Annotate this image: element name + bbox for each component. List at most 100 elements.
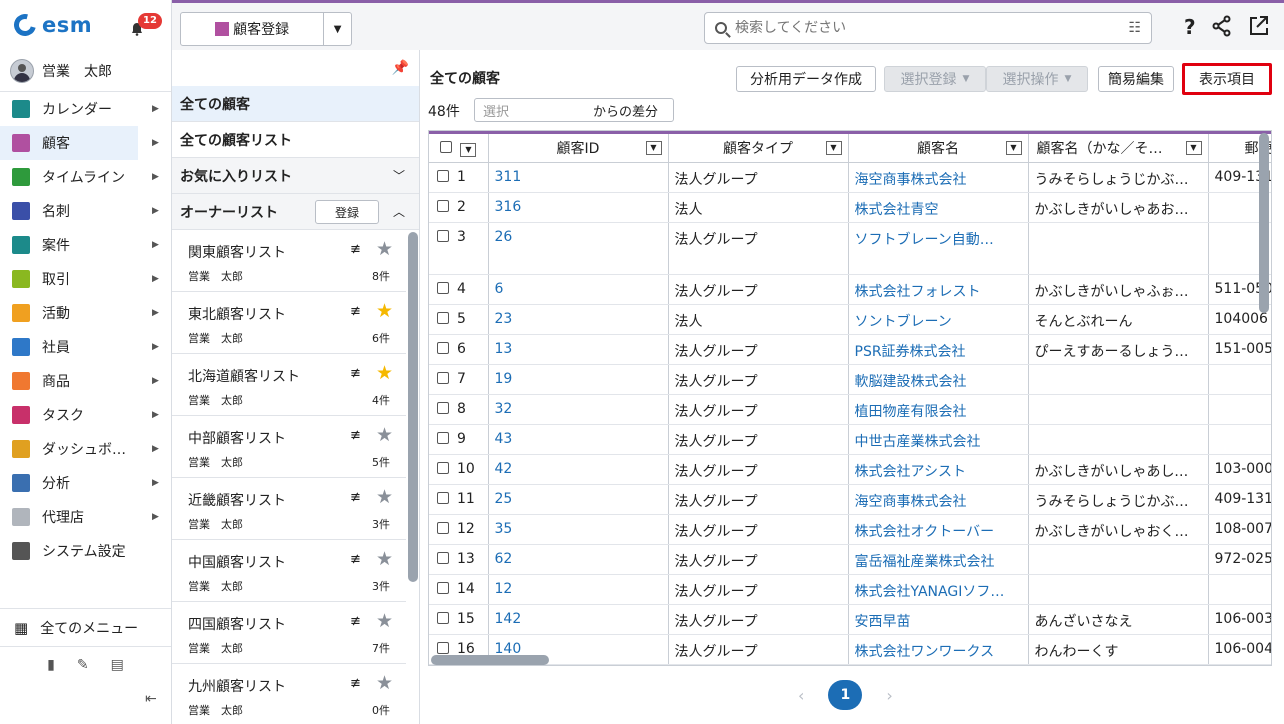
list-item[interactable]: 近畿顧客リスト ≢ ★ 営業 太郎 3件 [172,478,406,540]
star-icon[interactable]: ★ [376,362,393,384]
nav-item-business-card[interactable]: 名刺 ▶ [0,194,171,228]
star-icon[interactable]: ★ [376,672,393,694]
table-row[interactable]: 12 35 法人グループ 株式会社オクトーバー かぶしきがいしゃおくと… 108-007 [429,514,1271,545]
list-item[interactable]: 関東顧客リスト ≢ ★ 営業 太郎 8件 [172,230,406,292]
select-operation-button[interactable]: 選択操作 ▼ [986,66,1088,92]
row-checkbox[interactable] [437,200,449,212]
nav-item-activity[interactable]: 活動 ▶ [0,296,171,330]
row-checkbox[interactable] [437,282,449,294]
row-checkbox[interactable] [437,522,449,534]
customer-name-link[interactable]: 株式会社フォレスト [848,274,1029,305]
list-all-customers[interactable]: 全ての顧客 [172,86,419,122]
table-row[interactable]: 7 19 法人グループ 軟脳建設株式会社 [429,364,1271,395]
table-row[interactable]: 9 43 法人グループ 中世古産業株式会社 [429,424,1271,455]
table-row[interactable]: 1 311 法人グループ 海空商事株式会社 うみそらしょうじかぶし… 409-131 [429,162,1271,193]
select-all-checkbox[interactable] [440,140,453,153]
customer-name-link[interactable]: 株式会社アシスト [848,454,1029,485]
page-number-current[interactable]: 1 [828,680,863,710]
table-vertical-scrollbar[interactable] [1259,133,1269,313]
column-filter-button[interactable]: ▼ [1185,141,1202,155]
row-checkbox[interactable] [437,230,449,242]
nav-item-deal[interactable]: 案件 ▶ [0,228,171,262]
diff-select[interactable]: 選択 からの差分 [474,98,674,122]
customer-id-link[interactable]: 23 [488,304,669,335]
customer-id-link[interactable]: 311 [488,162,669,193]
prev-page-icon[interactable]: ‹ [798,686,804,705]
star-icon[interactable]: ★ [376,300,393,322]
row-checkbox[interactable] [437,342,449,354]
customer-id-link[interactable]: 43 [488,424,669,455]
row-checkbox[interactable] [437,492,449,504]
nav-item-calendar[interactable]: カレンダー ▶ [0,92,171,126]
customer-name-link[interactable]: 海空商事株式会社 [848,484,1029,515]
customer-name-link[interactable]: 海空商事株式会社 [848,162,1029,193]
table-row[interactable]: 11 25 法人グループ 海空商事株式会社 うみそらしょうじかぶし… 409-131 [429,484,1271,515]
help-icon[interactable]: ? [1184,15,1196,39]
table-row[interactable]: 4 6 法人グループ 株式会社フォレスト かぶしきがいしゃふぉれ… 511-050 [429,274,1271,305]
wrench-icon[interactable]: ✎ [77,657,89,673]
table-horizontal-scrollbar[interactable] [431,655,549,665]
favorites-section[interactable]: お気に入りリスト ﹀ [172,158,419,194]
row-checkbox[interactable] [437,462,449,474]
nav-item-agency[interactable]: 代理店 ▶ [0,500,171,534]
customer-name-link[interactable]: 株式会社青空 [848,192,1029,223]
search-filter-icon[interactable]: ☷ [1128,20,1141,36]
row-checkbox[interactable] [437,552,449,564]
customer-name-link[interactable]: 軟脳建設株式会社 [848,364,1029,395]
list-item[interactable]: 中国顧客リスト ≢ ★ 営業 太郎 3件 [172,540,406,602]
table-row[interactable]: 3 26 法人グループ ソフトブレーン自動… [429,222,1271,275]
row-checkbox[interactable] [437,432,449,444]
display-items-button[interactable]: 表示項目 [1182,63,1272,95]
table-row[interactable]: 6 13 法人グループ PSR証券株式会社 ぴーえすあーるしょうけ… 151-005 [429,334,1271,365]
customer-id-link[interactable]: 12 [488,574,669,605]
edit-list-icon[interactable]: ≢ [350,552,361,567]
row-checkbox[interactable] [437,582,449,594]
next-page-icon[interactable]: › [886,686,892,705]
edit-list-icon[interactable]: ≢ [350,304,361,319]
customer-name-link[interactable]: 株式会社オクトーバー [848,514,1029,545]
row-checkbox[interactable] [437,612,449,624]
list-view-icon[interactable]: ▤ [111,657,124,673]
star-icon[interactable]: ★ [376,424,393,446]
register-dropdown-button[interactable]: ▼ [324,24,351,35]
customer-name-link[interactable]: 株式会社ワンワークス [848,634,1029,665]
row-checkbox[interactable] [437,170,449,182]
edit-list-icon[interactable]: ≢ [350,676,361,691]
star-icon[interactable]: ★ [376,548,393,570]
customer-id-link[interactable]: 35 [488,514,669,545]
pin-icon[interactable]: 📌 [392,60,409,76]
row-checkbox[interactable] [437,312,449,324]
list-panel-scrollbar[interactable] [408,232,418,582]
nav-item-analysis[interactable]: 分析 ▶ [0,466,171,500]
edit-list-icon[interactable]: ≢ [350,614,361,629]
customer-name-link[interactable]: 富岳福祉産業株式会社 [848,544,1029,575]
nav-item-timeline[interactable]: タイムライン ▶ [0,160,171,194]
customer-id-link[interactable]: 316 [488,192,669,223]
table-row[interactable]: 15 142 法人グループ 安西早苗 あんざいさなえ 106-003 [429,604,1271,635]
customer-name-link[interactable]: PSR証券株式会社 [848,334,1029,365]
star-icon[interactable]: ★ [376,610,393,632]
row-checkbox[interactable] [437,642,449,654]
owner-lists-section[interactable]: オーナーリスト 登録 ︿ [172,194,419,230]
analysis-data-button[interactable]: 分析用データ作成 [736,66,876,92]
star-icon[interactable]: ★ [376,486,393,508]
row-checkbox[interactable] [437,402,449,414]
customer-id-link[interactable]: 62 [488,544,669,575]
edit-list-icon[interactable]: ≢ [350,490,361,505]
row-checkbox[interactable] [437,372,449,384]
customer-name-link[interactable]: ソントブレーン [848,304,1029,335]
nav-item-system-settings[interactable]: システム設定 [0,534,171,568]
book-icon[interactable]: ▮ [47,657,55,673]
column-filter-button[interactable]: ▼ [1005,141,1022,155]
external-link-icon[interactable] [1248,15,1268,37]
nav-item-customer[interactable]: 顧客 ▶ [0,126,159,160]
owner-list-register-button[interactable]: 登録 [315,200,379,224]
table-row[interactable]: 10 42 法人グループ 株式会社アシスト かぶしきがいしゃあしすと 103-000 [429,454,1271,485]
list-item[interactable]: 北海道顧客リスト ≢ ★ 営業 太郎 4件 [172,354,406,416]
quick-edit-button[interactable]: 簡易編集 [1098,66,1174,92]
column-filter-button[interactable]: ▼ [645,141,662,155]
edit-list-icon[interactable]: ≢ [350,242,361,257]
customer-id-link[interactable]: 13 [488,334,669,365]
table-row[interactable]: 5 23 法人 ソントブレーン そんとぶれーん 104006 [429,304,1271,335]
nav-item-product[interactable]: 商品 ▶ [0,364,171,398]
